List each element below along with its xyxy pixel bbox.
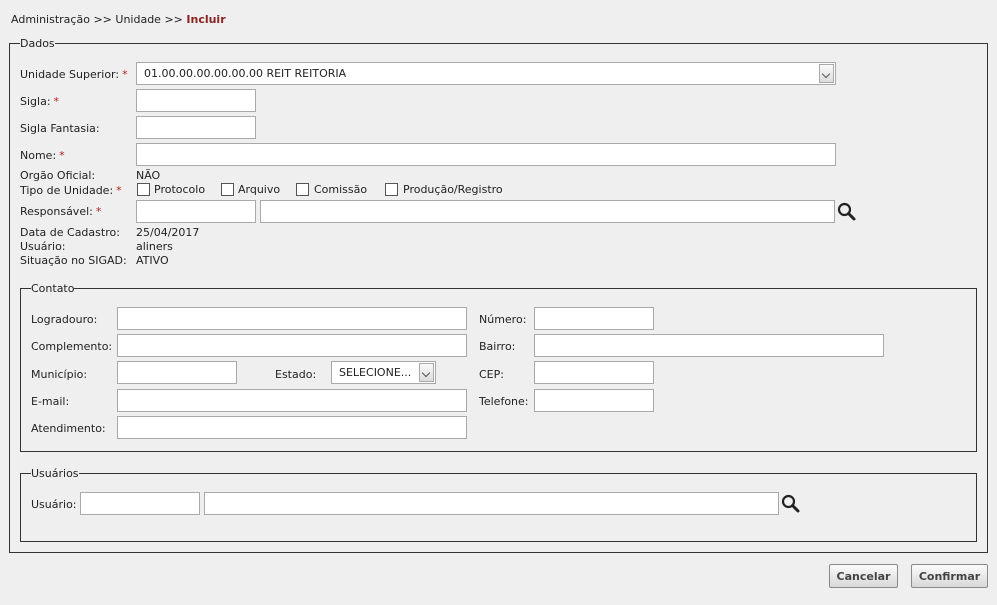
- unidade-superior-label-text: Unidade Superior:: [20, 68, 120, 81]
- telefone-label: Telefone:: [479, 395, 529, 408]
- email-label: E-mail:: [31, 395, 70, 408]
- situacao-label: Situação no SIGAD:: [20, 254, 127, 267]
- unidade-superior-label: Unidade Superior: *: [20, 68, 128, 81]
- chevron-down-icon[interactable]: [419, 363, 434, 382]
- telefone-input[interactable]: [534, 389, 654, 412]
- municipio-label: Município:: [31, 368, 88, 381]
- numero-input[interactable]: [534, 307, 654, 330]
- search-icon[interactable]: [781, 494, 801, 514]
- sigla-fantasia-input[interactable]: [136, 116, 256, 139]
- responsavel-name-input[interactable]: [260, 200, 835, 223]
- municipio-input[interactable]: [117, 361, 237, 384]
- unidade-superior-select[interactable]: 01.00.00.00.00.00.00 REIT REITORIA: [136, 62, 836, 85]
- confirm-button[interactable]: Confirmar: [911, 564, 988, 588]
- tipo-arquivo-checkbox[interactable]: [221, 183, 234, 196]
- breadcrumb-current: Incluir: [186, 13, 226, 26]
- usuario-label: Usuário:: [31, 498, 77, 511]
- estado-value: SELECIONE...: [339, 366, 412, 379]
- bairro-input[interactable]: [534, 334, 884, 357]
- usuario-info-value: aliners: [136, 240, 173, 253]
- usuario-name-input[interactable]: [204, 492, 779, 515]
- logradouro-label: Logradouro:: [31, 313, 98, 326]
- required-mark: *: [122, 68, 128, 81]
- sigla-label: Sigla: *: [20, 95, 59, 108]
- breadcrumb-administracao[interactable]: Administração: [11, 13, 90, 26]
- breadcrumb-separator: >>: [164, 13, 183, 26]
- responsavel-code-input[interactable]: [136, 200, 256, 223]
- atendimento-input[interactable]: [117, 416, 467, 439]
- tipo-comissao-label: Comissão: [314, 183, 368, 196]
- tipo-producao-registro-label: Produção/Registro: [403, 183, 503, 196]
- required-mark: *: [59, 149, 65, 162]
- orgao-oficial-value: NÃO: [136, 169, 161, 182]
- chevron-down-icon[interactable]: [819, 64, 834, 83]
- usuarios-legend: Usuários: [31, 467, 79, 480]
- contato-legend: Contato: [31, 282, 75, 295]
- complemento-input[interactable]: [117, 334, 467, 357]
- tipo-protocolo-label: Protocolo: [154, 183, 206, 196]
- nome-label: Nome: *: [20, 149, 65, 162]
- required-mark: *: [95, 205, 102, 218]
- nome-input[interactable]: [136, 143, 836, 166]
- tipo-unidade-label-text: Tipo de Unidade:: [20, 184, 114, 197]
- data-cadastro-value: 25/04/2017: [136, 226, 200, 239]
- cep-input[interactable]: [534, 361, 654, 384]
- required-mark: *: [53, 95, 60, 108]
- nome-label-text: Nome:: [20, 149, 57, 162]
- required-mark: *: [116, 184, 122, 197]
- tipo-unidade-label: Tipo de Unidade: *: [20, 184, 122, 197]
- logradouro-input[interactable]: [117, 307, 467, 330]
- sigla-label-text: Sigla:: [20, 95, 51, 108]
- tipo-producao-registro-checkbox[interactable]: [385, 183, 398, 196]
- breadcrumb-separator: >>: [93, 13, 112, 26]
- responsavel-label-text: Responsável:: [20, 205, 93, 218]
- responsavel-label: Responsável: *: [20, 205, 101, 218]
- cancel-button[interactable]: Cancelar: [829, 564, 898, 588]
- search-icon[interactable]: [837, 202, 857, 222]
- cep-label: CEP:: [479, 368, 504, 381]
- bairro-label: Bairro:: [479, 340, 516, 353]
- complemento-label: Complemento:: [31, 340, 113, 353]
- sigla-input[interactable]: [136, 89, 256, 112]
- usuario-info-label: Usuário:: [20, 240, 66, 253]
- estado-label: Estado:: [275, 368, 317, 381]
- tipo-protocolo-checkbox[interactable]: [137, 183, 150, 196]
- breadcrumb-unidade[interactable]: Unidade: [115, 13, 161, 26]
- breadcrumb: Administração >> Unidade >> Incluir: [11, 13, 226, 26]
- dados-legend: Dados: [20, 37, 55, 50]
- tipo-comissao-checkbox[interactable]: [296, 183, 309, 196]
- data-cadastro-label: Data de Cadastro:: [20, 226, 120, 239]
- tipo-arquivo-label: Arquivo: [238, 183, 281, 196]
- usuario-code-input[interactable]: [80, 492, 200, 515]
- orgao-oficial-label: Orgão Oficial:: [20, 169, 96, 182]
- numero-label: Número:: [479, 313, 527, 326]
- situacao-value: ATIVO: [136, 254, 169, 267]
- email-input[interactable]: [117, 389, 467, 412]
- sigla-fantasia-label: Sigla Fantasia:: [20, 122, 100, 135]
- atendimento-label: Atendimento:: [31, 422, 106, 435]
- estado-select[interactable]: SELECIONE...: [331, 361, 436, 384]
- unidade-superior-value: 01.00.00.00.00.00.00 REIT REITORIA: [144, 67, 347, 80]
